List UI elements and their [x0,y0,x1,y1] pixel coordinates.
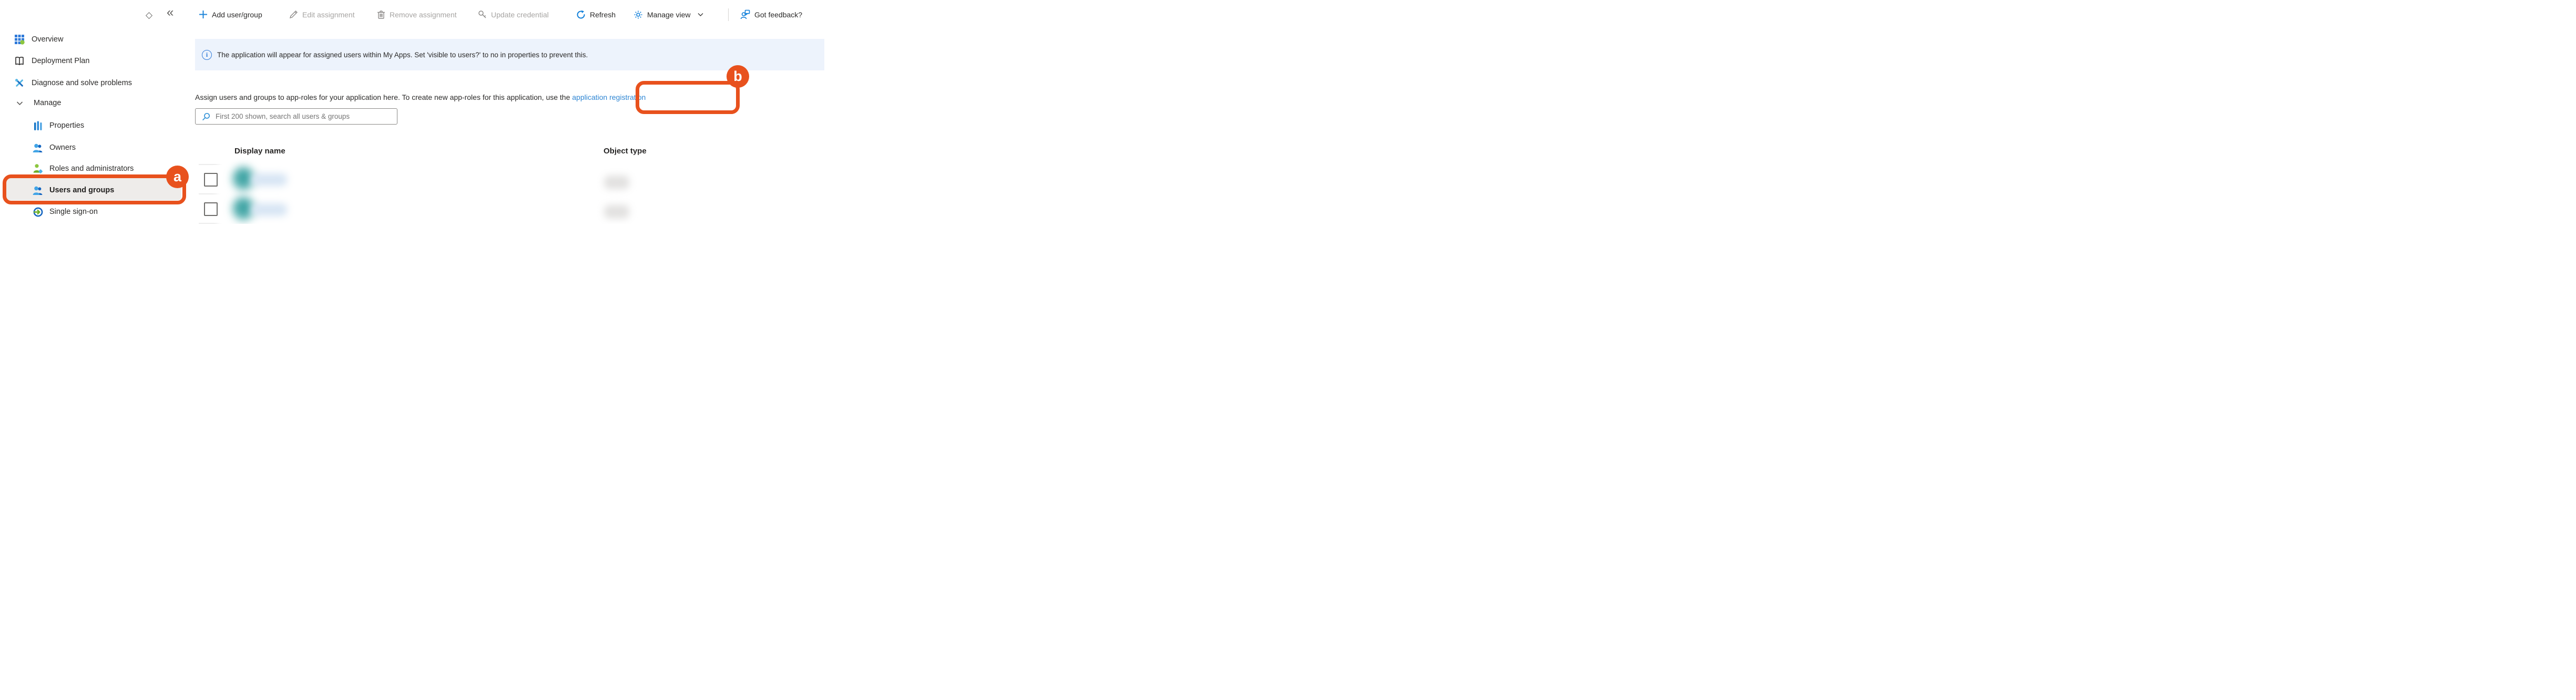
refresh-icon [576,10,586,19]
sidebar-item-roles-admins[interactable]: Roles and administrators [33,161,134,177]
redacted-display-name [251,203,287,216]
tools-icon [14,77,25,89]
toolbar-label: Refresh [590,11,616,19]
column-header-display-name[interactable]: Display name [234,147,285,156]
sidebar-item-diagnose[interactable]: Diagnose and solve problems [14,75,132,91]
annotation-letter: b [733,68,742,85]
sidebar-item-deployment-plan[interactable]: Deployment Plan [14,53,89,69]
sidebar-item-label: Roles and administrators [49,164,134,173]
toolbar-label: Got feedback? [754,11,802,19]
plus-icon [199,10,208,19]
trash-icon [377,10,385,19]
sidebar-item-label: Single sign-on [49,208,98,216]
info-banner-text: The application will appear for assigned… [217,51,588,59]
application-registration-link[interactable]: application registration [572,93,646,101]
toolbar-label: Update credential [491,11,549,19]
pin-diamond-icon[interactable]: ◇ [146,10,152,20]
sidebar-item-label: Diagnose and solve problems [32,79,132,87]
description-text: Assign users and groups to app-roles for… [195,93,572,101]
sidebar-item-label: Users and groups [49,186,114,194]
key-icon [478,10,487,19]
chevron-down-icon [697,11,704,18]
redacted-object-type [604,176,629,189]
edit-assignment-button[interactable]: Edit assignment [289,7,355,22]
sidebar-item-overview[interactable]: Overview [14,32,63,47]
search-icon [202,112,210,121]
update-credential-button[interactable]: Update credential [478,7,549,22]
sidebar-item-label: Overview [32,35,63,44]
info-banner: i The application will appear for assign… [195,39,824,70]
sidebar-item-single-sign-on[interactable]: Single sign-on [33,204,98,220]
toolbar-label: Add user/group [212,11,262,19]
feedback-person-icon [740,9,750,19]
annotation-box-b [636,81,740,114]
info-icon: i [202,50,212,60]
assign-description: Assign users and groups to app-roles for… [195,93,646,101]
properties-bars-icon [33,120,43,131]
search-box[interactable] [195,108,397,125]
role-person-icon [33,163,43,174]
overview-grid-icon [14,34,25,45]
sidebar-item-label: Owners [49,143,76,152]
remove-assignment-button[interactable]: Remove assignment [377,7,457,22]
row-checkbox[interactable] [204,173,218,187]
sidebar-item-owners[interactable]: Owners [33,140,76,156]
sidebar-item-label: Manage [34,99,61,107]
search-input[interactable] [216,112,389,120]
column-header-object-type[interactable]: Object type [604,147,647,156]
redacted-object-type [604,205,629,219]
redacted-display-name [251,173,287,186]
sidebar-item-properties[interactable]: Properties [33,118,84,133]
sidebar-item-label: Deployment Plan [32,57,89,65]
got-feedback-button[interactable]: Got feedback? [740,7,802,22]
gear-icon [633,10,643,19]
manage-view-button[interactable]: Manage view [633,7,704,22]
azure-users-and-groups-blade: ◇ « Overview Deployment Plan [0,0,824,224]
sidebar-item-users-and-groups[interactable]: Users and groups [33,182,114,198]
sso-arrow-icon [33,207,43,217]
book-icon [14,55,25,67]
chevron-down-icon [15,98,24,108]
people-icon [33,142,43,153]
people-icon [33,185,43,195]
collapse-sidebar-icon[interactable]: « [167,7,173,18]
toolbar-label: Remove assignment [390,11,457,19]
add-user-group-button[interactable]: Add user/group [199,7,262,22]
row-checkbox[interactable] [204,202,218,216]
toolbar-label: Edit assignment [302,11,355,19]
toolbar-divider [728,8,729,21]
refresh-button[interactable]: Refresh [576,7,616,22]
redacted-content-card [221,161,820,224]
sidebar-section-manage[interactable]: Manage [15,95,61,111]
sidebar-item-label: Properties [49,121,84,130]
pencil-icon [289,10,298,19]
toolbar-label: Manage view [647,11,691,19]
